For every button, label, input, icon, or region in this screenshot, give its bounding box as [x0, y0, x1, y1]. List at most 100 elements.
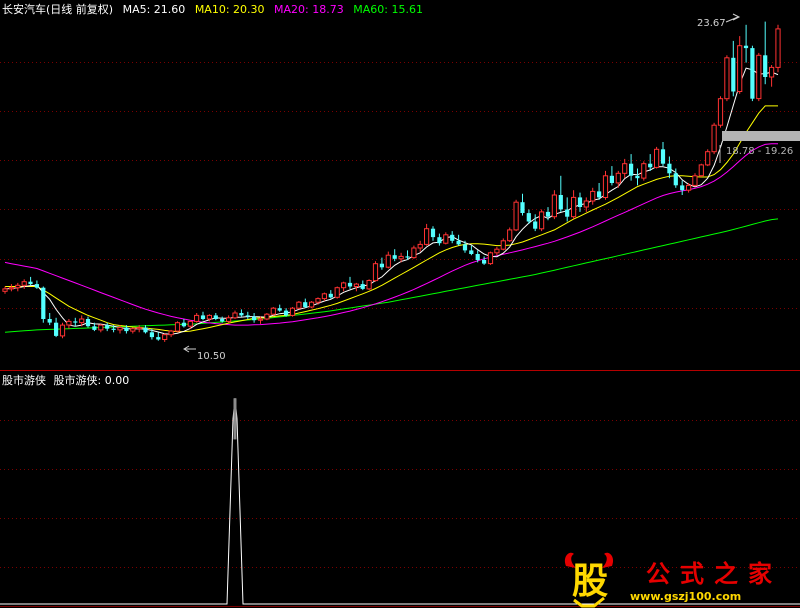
candle-body [437, 237, 442, 244]
candle-body [98, 324, 104, 331]
candle-body [136, 327, 142, 330]
ma5-legend: MA5: 21.60 [122, 3, 186, 16]
candle-body [206, 314, 213, 320]
candle [105, 322, 110, 332]
candle-body [66, 320, 72, 326]
candle-body [507, 229, 513, 242]
candle-body [341, 282, 347, 289]
candle-body [494, 248, 500, 254]
candle [769, 65, 775, 87]
candle [641, 161, 647, 181]
candle [366, 279, 372, 291]
candle [577, 192, 583, 212]
candle [513, 199, 519, 232]
candle-body [8, 287, 14, 290]
candle-body [526, 213, 531, 222]
candle-body [430, 228, 436, 238]
candle [289, 307, 296, 317]
candle [156, 332, 161, 341]
candle-body [487, 252, 494, 265]
range-label: 18.78 - 19.26 [726, 146, 793, 157]
candle-body [85, 319, 91, 327]
candle [763, 21, 768, 85]
candle-body [168, 330, 174, 336]
candle [232, 310, 238, 319]
candle [296, 301, 302, 310]
candle-body [156, 337, 161, 340]
candle [168, 329, 174, 338]
candle [66, 319, 72, 329]
candle-body [143, 327, 148, 333]
candle-body [194, 314, 200, 322]
main-chart-grid [0, 62, 800, 309]
low-price-label: 10.50 [197, 351, 226, 362]
candle-body [73, 321, 78, 323]
candle-body [284, 310, 289, 316]
candle [194, 313, 200, 323]
candle [437, 233, 442, 246]
candle-body [597, 191, 602, 198]
candle [494, 246, 500, 256]
candle [15, 282, 21, 292]
candle-body [28, 281, 33, 285]
candle-body [277, 308, 282, 311]
candle [264, 313, 270, 321]
candle-body [270, 307, 276, 315]
candle-body [360, 284, 365, 289]
candle-body [111, 328, 116, 330]
candle-body [698, 164, 704, 177]
candle [85, 316, 91, 328]
candle-body [315, 298, 321, 303]
candle [143, 325, 148, 334]
candle [571, 190, 577, 220]
candle-body [303, 302, 308, 307]
candle-body [635, 175, 640, 179]
candle [239, 309, 244, 317]
candle-body [424, 228, 430, 245]
candle [41, 286, 46, 323]
watermark-logo: 股 公 式 之 家 www.gszj100.com [560, 548, 800, 608]
chart-title: 长安汽车(日线 前复权) [2, 3, 114, 16]
chart-canvas[interactable]: 23.67 10.50 18.78 - 19.26 [0, 0, 800, 608]
candle [731, 40, 736, 97]
candle-body [417, 243, 423, 249]
candle [756, 52, 762, 102]
candle-body [15, 284, 21, 289]
candle-body [200, 315, 206, 319]
candle-body [462, 244, 468, 251]
candle [2, 286, 8, 294]
candle [545, 207, 551, 221]
candle-body [602, 175, 609, 199]
candle [698, 163, 704, 177]
main-legend: 长安汽车(日线 前复权) MA5: 21.60 MA10: 20.30 MA20… [2, 1, 429, 17]
candle [507, 227, 513, 242]
candle-body [750, 48, 755, 99]
range-annotation: 18.78 - 19.26 [719, 131, 800, 163]
candle [750, 45, 755, 102]
candle [430, 226, 436, 241]
candle-body [551, 194, 557, 218]
candle-body [162, 334, 168, 341]
candle-body [717, 98, 724, 126]
candle [660, 142, 666, 167]
candle-body [309, 301, 315, 308]
candle-body [130, 328, 136, 332]
candle-body [450, 234, 455, 241]
candle [743, 24, 749, 63]
candle [737, 36, 743, 94]
candle-body [539, 211, 545, 230]
candle-body [405, 256, 410, 258]
candle-body [124, 327, 129, 332]
candle-body [92, 326, 97, 330]
candle [213, 313, 218, 321]
candle [8, 284, 14, 292]
candle [711, 122, 717, 155]
candle-body [385, 254, 391, 268]
ma5-line [4, 67, 779, 335]
candle [54, 317, 59, 338]
candle-body [558, 195, 563, 210]
candle [347, 276, 353, 289]
candle-body [366, 280, 372, 290]
candle-body [533, 221, 538, 229]
candle [520, 193, 525, 216]
